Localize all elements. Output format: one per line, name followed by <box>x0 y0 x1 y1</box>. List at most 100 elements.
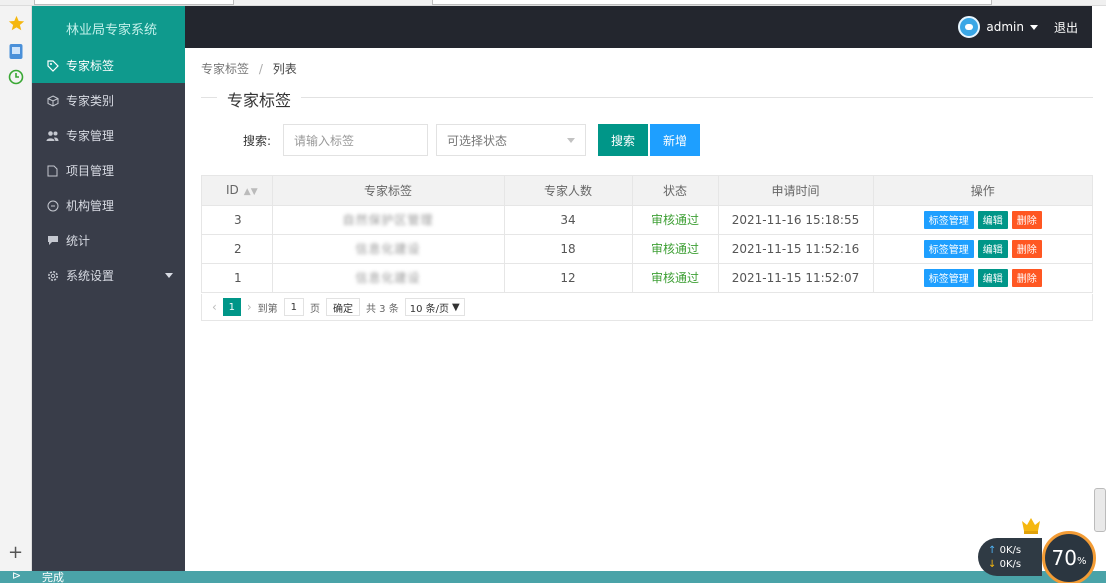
chevron-down-icon: ▼ <box>452 301 460 313</box>
page-title: 专家标签 <box>217 87 302 111</box>
breadcrumb-separator: / <box>258 62 263 76</box>
app-sidebar: 专家标签 专家类别 专家管理 项目管理 机构管理 统计 系统设置 <box>32 48 185 571</box>
download-speed: ↓ 0K/s <box>988 559 1022 570</box>
sidebar-item-project-management[interactable]: 项目管理 <box>32 153 185 188</box>
section-divider <box>201 97 1093 98</box>
sidebar-item-label: 统计 <box>66 234 91 248</box>
cell-tag: 自然保护区管理 <box>272 205 505 235</box>
app-title: 林业局专家系统 <box>66 23 158 38</box>
network-speed-widget[interactable]: ↑ 0K/s ↓ 0K/s <box>978 538 1042 576</box>
sidebar-item-label: 专家管理 <box>66 129 115 143</box>
gauge-unit: % <box>1076 555 1087 567</box>
total-count: 共 3 条 <box>366 303 399 315</box>
cell-status: 审核通过 <box>632 205 719 235</box>
sidebar-item-label: 专家类别 <box>66 94 115 108</box>
delete-button[interactable]: 删除 <box>1011 268 1042 287</box>
pagination: ‹ 1 › 到第 1 页 确定 共 3 条 10 条/页 ▼ <box>201 294 1093 321</box>
file-icon <box>46 164 59 177</box>
cube-icon <box>46 94 59 107</box>
browser-search-field[interactable] <box>432 0 992 5</box>
cell-actions: 标签管理 编辑 删除 <box>873 205 1092 235</box>
delete-button[interactable]: 删除 <box>1011 210 1042 229</box>
cell-count: 12 <box>504 263 633 292</box>
column-header-id[interactable]: ID ▲▼ <box>202 176 273 206</box>
sidebar-item-statistics[interactable]: 统计 <box>32 223 185 258</box>
sidebar-item-expert-tags[interactable]: 专家标签 <box>32 48 185 83</box>
cell-count: 18 <box>504 234 633 264</box>
column-header-time: 申请时间 <box>718 176 874 206</box>
cell-id: 2 <box>202 234 273 264</box>
main-content: 专家标签 / 列表 专家标签 搜索: 请输入标签 可选择状态 搜索 新增 ID ▲… <box>185 48 1106 571</box>
vip-crown-icon[interactable] <box>1020 515 1042 535</box>
favorites-star-icon[interactable] <box>7 14 25 32</box>
column-header-tag: 专家标签 <box>272 176 505 206</box>
chevron-down-icon[interactable] <box>1029 24 1038 30</box>
browser-status-bar: ⊳ 完成 <box>0 571 1106 583</box>
search-button[interactable]: 搜索 <box>598 124 649 156</box>
app-header: 林业局专家系统 admin 退出 <box>32 6 1092 48</box>
status-text: 完成 <box>42 571 64 583</box>
table-header-row: ID ▲▼ 专家标签 专家人数 状态 申请时间 操作 <box>202 176 1092 206</box>
status-select[interactable]: 可选择状态 <box>436 124 586 156</box>
browser-sidebar: + <box>0 6 32 571</box>
edit-button[interactable]: 编辑 <box>977 210 1008 229</box>
cell-actions: 标签管理 编辑 删除 <box>873 263 1092 292</box>
page-current[interactable]: 1 <box>222 298 241 316</box>
sidebar-item-label: 系统设置 <box>66 269 115 283</box>
memory-usage-gauge[interactable]: 70% <box>1042 531 1096 583</box>
add-panel-icon[interactable]: + <box>8 542 23 563</box>
sidebar-item-expert-categories[interactable]: 专家类别 <box>32 83 185 118</box>
sidebar-item-label: 专家标签 <box>66 59 115 73</box>
add-button[interactable]: 新增 <box>650 124 701 156</box>
goto-page-input[interactable]: 1 <box>283 298 304 316</box>
column-header-status: 状态 <box>632 176 719 206</box>
cell-id: 1 <box>202 263 273 292</box>
goto-label: 到第 <box>257 303 278 315</box>
tag-manage-button[interactable]: 标签管理 <box>923 210 974 229</box>
username[interactable]: admin <box>986 20 1024 34</box>
tag-search-input[interactable]: 请输入标签 <box>283 124 428 156</box>
breadcrumb-current: 列表 <box>272 62 297 76</box>
page-size-select[interactable]: 10 条/页 ▼ <box>404 298 465 316</box>
scroll-indicator[interactable] <box>1094 488 1106 532</box>
sidebar-item-system-settings[interactable]: 系统设置 <box>32 258 185 293</box>
tag-manage-button[interactable]: 标签管理 <box>923 268 974 287</box>
chevron-down-icon <box>567 137 575 143</box>
breadcrumb: 专家标签 / 列表 <box>201 60 297 77</box>
status-select-value: 可选择状态 <box>447 133 508 148</box>
prev-page-icon[interactable]: ‹ <box>212 300 217 314</box>
search-bar: 搜索: 请输入标签 可选择状态 搜索 新增 <box>243 124 701 156</box>
user-menu[interactable]: admin 退出 <box>958 16 1078 38</box>
cell-status: 审核通过 <box>632 263 719 292</box>
goto-confirm-button[interactable]: 确定 <box>326 298 360 316</box>
history-clock-icon[interactable] <box>7 68 25 86</box>
settings-icon <box>46 269 59 282</box>
cell-time: 2021-11-15 11:52:16 <box>718 234 874 264</box>
edit-button[interactable]: 编辑 <box>977 239 1008 258</box>
cell-tag: 信息化建设 <box>272 234 505 264</box>
reading-list-icon[interactable] <box>7 42 25 60</box>
download-arrow-icon: ↓ <box>988 559 997 570</box>
chevron-down-icon[interactable] <box>165 273 173 278</box>
delete-button[interactable]: 删除 <box>1011 239 1042 258</box>
avatar[interactable] <box>958 16 981 38</box>
sidebar-item-organization-management[interactable]: 机构管理 <box>32 188 185 223</box>
sort-icon[interactable]: ▲▼ <box>244 187 258 197</box>
gauge-value: 70 <box>1051 546 1077 570</box>
next-page-icon[interactable]: › <box>247 300 252 314</box>
edit-button[interactable]: 编辑 <box>977 268 1008 287</box>
sidebar-item-label: 机构管理 <box>66 199 115 213</box>
column-header-count: 专家人数 <box>504 176 633 206</box>
breadcrumb-parent[interactable]: 专家标签 <box>201 62 249 76</box>
sidebar-item-expert-management[interactable]: 专家管理 <box>32 118 185 153</box>
users-icon <box>46 129 59 142</box>
logout-link[interactable]: 退出 <box>1054 19 1078 36</box>
logo-area: 林业局专家系统 <box>32 6 185 48</box>
tag-manage-button[interactable]: 标签管理 <box>923 239 974 258</box>
cell-id: 3 <box>202 205 273 235</box>
cell-status: 审核通过 <box>632 234 719 264</box>
circle-icon <box>46 199 59 212</box>
browser-address-field[interactable] <box>34 0 234 5</box>
cell-tag: 信息化建设 <box>272 263 505 292</box>
column-header-actions: 操作 <box>873 176 1092 206</box>
